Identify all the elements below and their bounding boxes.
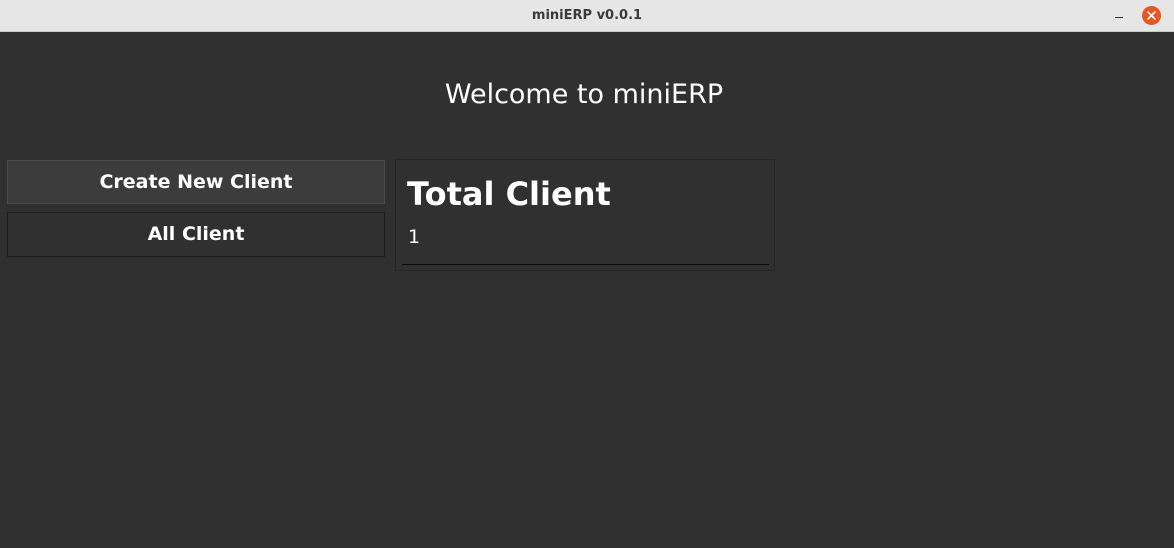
welcome-heading: Welcome to miniERP [444, 79, 724, 110]
card-title: Total Client [407, 175, 611, 213]
close-icon [1147, 11, 1156, 20]
app-window: miniERP v0.0.1 Welcome to miniERP Create… [0, 0, 1174, 548]
close-button[interactable] [1142, 6, 1161, 25]
total-client-card: Total Client 1 [395, 159, 775, 271]
card-divider [402, 264, 769, 265]
title-bar[interactable]: miniERP v0.0.1 [0, 0, 1174, 32]
all-client-button[interactable]: All Client [7, 212, 385, 257]
window-title: miniERP v0.0.1 [531, 8, 643, 23]
card-value: 1 [408, 226, 421, 248]
create-new-client-button[interactable]: Create New Client [7, 160, 385, 204]
minimize-icon [1115, 17, 1123, 18]
minimize-button[interactable] [1108, 0, 1130, 31]
